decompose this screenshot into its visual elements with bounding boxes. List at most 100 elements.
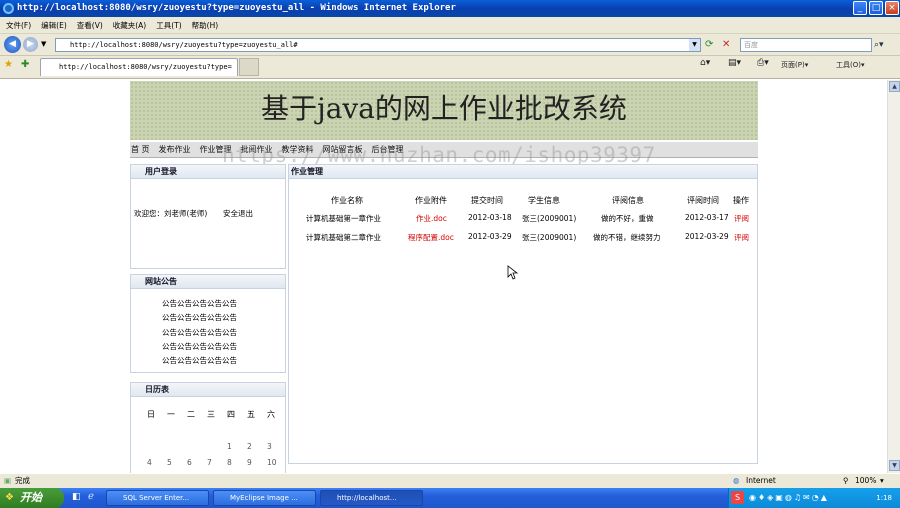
nav-publish-homework[interactable]: 发布作业 [159,144,191,155]
calendar-day[interactable]: 1 [227,442,232,451]
tools-menu[interactable]: 工具(O)▾ [836,60,865,70]
address-input[interactable]: http://localhost:8080/wsry/zuoyestu?type… [55,38,701,52]
calendar-day[interactable]: 8 [227,458,232,467]
search-icon[interactable]: ⌕▾ [874,38,884,52]
calendar-day[interactable]: 5 [167,458,172,467]
taskbar-item-ie[interactable]: http://localhost... [320,490,423,506]
close-button[interactable]: × [885,1,899,15]
homework-header: 作业管理 [289,165,757,179]
window-titlebar[interactable]: http://localhost:8080/wsry/zuoyestu?type… [0,0,900,17]
refresh-icon[interactable]: ⟳ [705,38,713,52]
row2-review-info: 做的不错，继续努力 [593,233,661,242]
notice-line[interactable]: 公告公告公告公告公告 [162,355,237,366]
vertical-scrollbar[interactable]: ▲ ▼ [887,80,900,473]
maximize-button[interactable]: □ [869,1,883,15]
zoom-dropdown-icon[interactable]: ▾ [880,474,884,488]
site-banner: 基于java的网上作业批改系统 [130,81,758,140]
stop-icon[interactable]: ✕ [722,38,730,52]
menu-view[interactable]: 查看(V) [77,20,103,31]
col-submit-time: 提交时间 [471,196,503,205]
notice-header: 网站公告 [131,275,285,289]
menu-edit[interactable]: 编辑(E) [41,20,67,31]
add-favorite-icon[interactable]: ✚ [21,59,29,70]
calendar-panel: 日历表 日一二三四五六1234567891011121314151617 [130,382,286,473]
weekday-label: 三 [207,410,215,419]
menu-help[interactable]: 帮助(H) [192,20,219,31]
print-icon[interactable]: ⎙▾ [757,58,769,68]
row1-name: 计算机基础第一章作业 [306,214,381,223]
minimize-button[interactable]: _ [853,1,867,15]
notice-panel: 网站公告 公告公告公告公告公告 公告公告公告公告公告 公告公告公告公告公告 公告… [130,274,286,373]
address-dropdown-icon[interactable]: ▼ [689,39,700,51]
taskbar-item-myeclipse[interactable]: MyEclipse Image ... [213,490,316,506]
site-title: 基于java的网上作业批改系统 [261,92,627,125]
scroll-down-icon[interactable]: ▼ [889,460,900,471]
row2-attachment-link[interactable]: 程序配置.doc [408,232,454,243]
col-student: 学生信息 [528,196,560,205]
history-dropdown-icon[interactable]: ▼ [41,40,46,48]
col-attachment: 作业附件 [415,196,447,205]
login-panel: 用户登录 欢迎您：刘老师(老师) 安全退出 [130,164,286,269]
favorites-star-icon[interactable]: ★ [4,59,13,70]
calendar-day[interactable]: 7 [207,458,212,467]
calendar-day[interactable]: 4 [147,458,152,467]
home-icon[interactable]: ⌂▾ [700,58,710,68]
menu-favorites[interactable]: 收藏夹(A) [113,20,146,31]
zoom-level[interactable]: 100% [855,474,876,488]
row1-review-link[interactable]: 评阅 [734,213,749,224]
forward-arrow-icon[interactable]: ▶ [23,37,38,52]
status-text: 完成 [15,476,30,485]
weekday-label: 二 [187,410,195,419]
start-button[interactable]: ❖ 开始 [0,488,64,508]
row2-review-time: 2012-03-29 [685,232,729,241]
menu-tools[interactable]: 工具(T) [156,20,181,31]
ie-quicklaunch-icon[interactable]: ℯ [88,491,94,502]
ie-logo-icon [3,3,14,14]
page-done-icon: ▣ [4,476,12,485]
calendar-header: 日历表 [131,383,285,397]
new-tab-button[interactable] [239,58,259,76]
row2-review-link[interactable]: 评阅 [734,232,749,243]
menu-bar: 文件(F) 编辑(E) 查看(V) 收藏夹(A) 工具(T) 帮助(H) [0,17,900,34]
tray-app-icon[interactable]: S [731,491,744,504]
globe-icon: ◍ [733,476,740,485]
feeds-icon[interactable]: ▤▾ [728,58,741,68]
notice-line[interactable]: 公告公告公告公告公告 [162,341,237,352]
nav-home[interactable]: 首 页 [131,144,150,155]
calendar-day[interactable]: 2 [247,442,252,451]
system-tray: S ◉♦◈▣◍♫✉◔▲ 1:18 [728,488,900,508]
calendar-day[interactable]: 10 [267,458,277,467]
scroll-up-icon[interactable]: ▲ [889,81,900,92]
row2-name: 计算机基础第二章作业 [306,233,381,242]
weekday-label: 五 [247,410,255,419]
page-menu[interactable]: 页面(P)▾ [781,60,808,70]
row1-review-info: 做的不好，重做 [601,214,654,223]
col-review-time: 评阅时间 [687,196,719,205]
weekday-label: 四 [227,410,235,419]
row2-submit-time: 2012-03-29 [468,232,512,241]
row1-student: 张三(2009001) [522,214,577,223]
calendar-day[interactable]: 6 [187,458,192,467]
taskbar-item-sqlserver[interactable]: SQL Server Enter... [106,490,209,506]
notice-line[interactable]: 公告公告公告公告公告 [162,298,237,309]
windows-logo-icon: ❖ [5,492,14,503]
calendar-day[interactable]: 3 [267,442,272,451]
notice-line[interactable]: 公告公告公告公告公告 [162,312,237,323]
tray-icons[interactable]: ◉♦◈▣◍♫✉◔▲ [749,488,829,508]
notice-line[interactable]: 公告公告公告公告公告 [162,327,237,338]
show-desktop-icon[interactable]: ◧ [72,492,81,502]
row1-attachment-link[interactable]: 作业.doc [416,213,447,224]
back-arrow-icon[interactable]: ◀ [4,36,21,53]
calendar-day[interactable]: 9 [247,458,252,467]
start-label: 开始 [20,491,42,504]
search-input[interactable]: 百度 [740,38,872,52]
logout-link[interactable]: 安全退出 [223,208,253,219]
col-name: 作业名称 [331,196,363,205]
row2-student: 张三(2009001) [522,233,577,242]
col-review-info: 评阅信息 [612,196,644,205]
mouse-cursor-icon [507,265,519,280]
window-title: http://localhost:8080/wsry/zuoyestu?type… [17,3,456,13]
menu-file[interactable]: 文件(F) [6,20,31,31]
tab-current[interactable]: http://localhost:8080/wsry/zuoyestu?type… [40,58,238,76]
clock: 1:18 [876,494,892,502]
